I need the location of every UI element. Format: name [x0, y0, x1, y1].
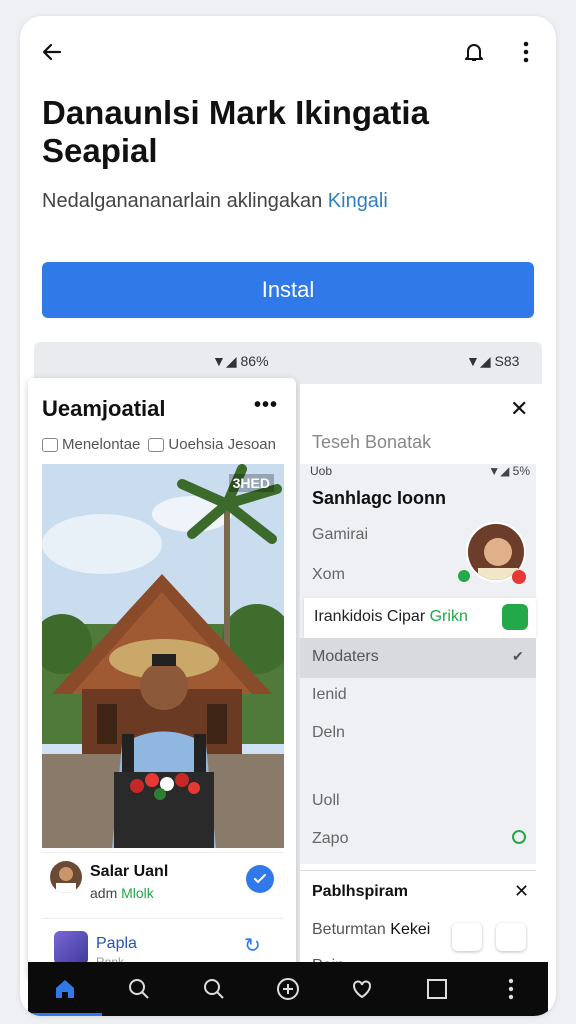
heart-icon — [353, 980, 372, 999]
back-button[interactable] — [34, 34, 70, 70]
preview-2-content: Uob ▼◢ 5% Sanhlagc Ioonn Gamirai Xom Ira… — [300, 464, 536, 864]
preview-2-status-left: Uob — [310, 464, 333, 478]
list-item: Ienid — [312, 686, 347, 703]
status-text-right: ▼◢ S83 — [466, 353, 520, 369]
chevron-down-icon: ✔ — [512, 648, 524, 664]
list-item: Gamirai — [312, 526, 369, 543]
app-row-label: Papla — [96, 935, 137, 952]
chat-icon — [502, 604, 528, 630]
nav-search[interactable] — [102, 962, 176, 1016]
status-dot — [512, 830, 526, 844]
install-button[interactable]: Instal — [42, 262, 534, 318]
highlighted-row-label: Irankidois Cipar Grikn — [314, 608, 468, 626]
subtitle-text: Nedalganananarlain aklingakan — [42, 190, 323, 212]
bottom-sheet-line-prefix: Beturmtan — [312, 921, 386, 938]
preview-2-status: Uob ▼◢ 5% — [310, 464, 530, 478]
app-card: Danaunlsi Mark Ikingatia Seapial Nedalga… — [20, 16, 556, 1016]
preview-1-tab-label: Menelontae — [62, 436, 141, 453]
status-text-left: ▼◢ 86% — [212, 353, 269, 369]
preview-1-title: Ueamjoatial — [42, 396, 166, 421]
photo-tag: 3HED — [228, 474, 274, 492]
arrow-left-icon — [42, 43, 62, 61]
nav-home[interactable] — [28, 962, 103, 1016]
close-icon[interactable]: ✕ — [510, 396, 528, 422]
nav-square[interactable] — [399, 962, 473, 1016]
close-icon[interactable]: ✕ — [514, 881, 529, 902]
list-item: Uoll — [312, 792, 340, 809]
list-item: Deln — [312, 724, 345, 741]
nav-more[interactable] — [474, 962, 548, 1016]
notification-button[interactable] — [456, 34, 492, 70]
preview-1-tab-label: Uoehsia Jesoan — [168, 436, 276, 453]
subtitle-link[interactable]: Kingali — [328, 190, 388, 212]
bell-icon — [465, 44, 483, 61]
add-circle-icon — [276, 978, 299, 1000]
kebab-menu-icon — [508, 978, 514, 1000]
preview-2-heading: Sanhlagc Ioonn — [312, 488, 447, 508]
preview-1-more: ••• — [254, 394, 279, 416]
bottom-sheet-line: Beturmtan Kekei — [312, 921, 430, 939]
user-subtitle: adm Mlolk — [90, 885, 154, 901]
preview-1-tab: Menelontae — [42, 436, 140, 453]
user-name: Salar Uanl — [90, 863, 169, 880]
tab-icon — [148, 437, 165, 452]
highlighted-row-green: Grikn — [429, 608, 468, 625]
selected-row-label: Modaters — [312, 648, 379, 665]
preview-1-tabs: Menelontae Uoehsia Jesoan — [42, 436, 276, 453]
preview-1-user-row[interactable]: Salar Uanl adm Mlolk — [42, 852, 284, 916]
status-bar-right: ▼◢ S83 — [466, 353, 519, 370]
bottom-sheet-line-dark: Kekei — [390, 921, 431, 938]
square-icon — [426, 979, 447, 999]
alert-indicator — [512, 570, 526, 584]
search-icon — [203, 979, 224, 999]
home-icon[interactable] — [452, 923, 482, 951]
home-icon — [56, 980, 75, 998]
avatar — [50, 861, 82, 893]
more-options-button[interactable] — [512, 34, 540, 70]
bottom-sheet-title: Pablhspiram — [312, 883, 409, 900]
kebab-menu-icon — [523, 41, 529, 63]
highlighted-row[interactable]: Irankidois Cipar Grikn — [304, 598, 536, 638]
checkmark-icon — [246, 865, 274, 893]
tab-icon — [42, 437, 58, 452]
online-indicator — [458, 570, 470, 582]
page-title: Danaunlsi Mark Ikingatia Seapial — [42, 94, 429, 169]
preview-screenshot-2[interactable]: ✕ Teseh Bonatak Uob ▼◢ 5% Sanhlagc Ioonn… — [300, 384, 548, 978]
refresh-icon[interactable]: ↻ — [244, 933, 261, 958]
house-photo-illustration — [42, 464, 284, 848]
preview-1-tab: Uoehsia Jesoan — [148, 436, 276, 453]
user-subtitle-green: Mlolk — [121, 885, 154, 901]
nav-explore[interactable] — [177, 962, 251, 1016]
search-icon — [129, 979, 150, 999]
preview-2-search: Teseh Bonatak — [312, 432, 432, 452]
preview-2-status-right: ▼◢ 5% — [488, 464, 530, 478]
list-item: Zapo — [312, 830, 349, 847]
page-subtitle: Nedalganananarlain aklingakan Kingali — [42, 190, 522, 213]
nav-favorites[interactable] — [325, 962, 399, 1016]
status-bar-left: ▼◢ 86% — [212, 353, 269, 370]
app-icon — [54, 931, 88, 965]
highlighted-row-text: Irankidois Cipar — [314, 608, 426, 625]
selected-row[interactable]: Modaters ✔ — [300, 638, 536, 678]
preview-1-photo: 3HED — [42, 464, 284, 848]
preview-screenshot-1[interactable]: Ueamjoatial ••• Menelontae Uoehsia Jesoa… — [28, 378, 296, 978]
list-item: Xom — [312, 566, 345, 583]
tools-icon[interactable] — [496, 923, 526, 951]
nav-add[interactable] — [251, 962, 325, 1016]
user-subtitle-prefix: adm — [90, 885, 118, 901]
bottom-navigation — [28, 962, 548, 1016]
top-bar — [20, 16, 556, 86]
